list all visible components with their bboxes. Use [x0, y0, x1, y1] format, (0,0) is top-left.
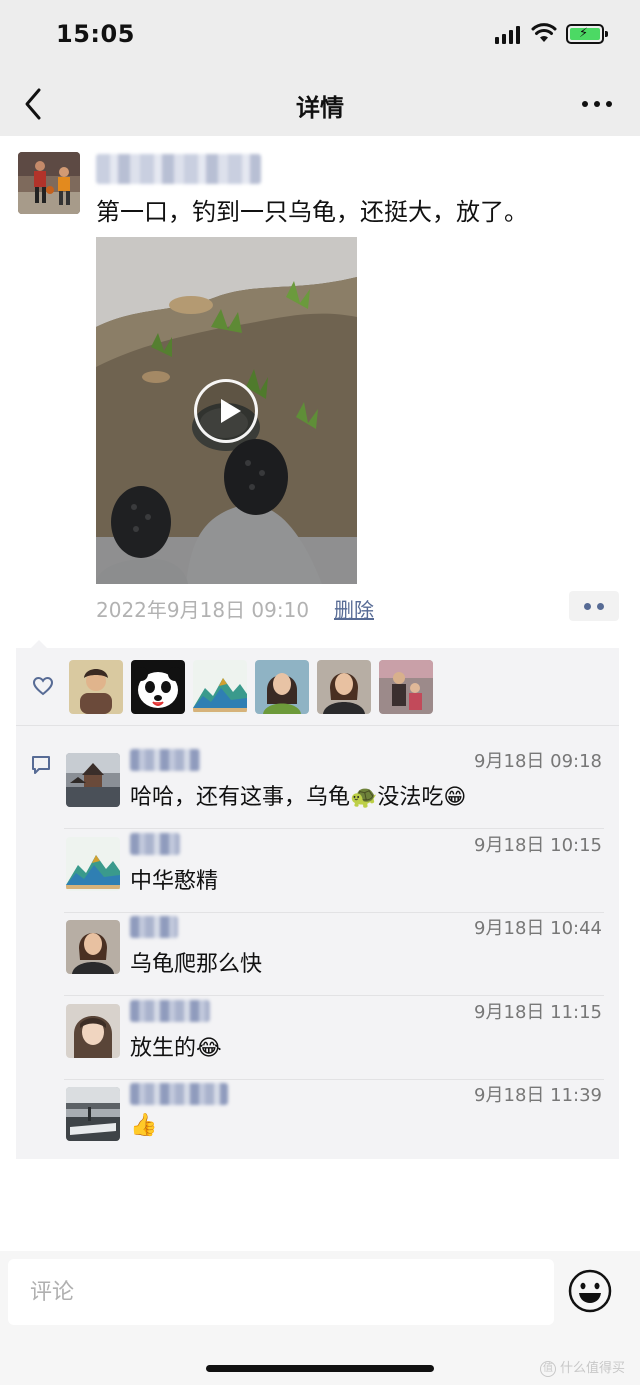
commenter-name-blurred[interactable]: [130, 1083, 228, 1105]
status-bar: 15:05 ⚡: [0, 0, 640, 72]
emoji-icon[interactable]: [567, 1268, 613, 1314]
battery-icon: ⚡: [566, 24, 608, 44]
play-icon[interactable]: [194, 379, 258, 443]
home-indicator: [206, 1365, 434, 1372]
comment-item[interactable]: 9月18日 10:44 乌龟爬那么快: [64, 912, 604, 996]
status-time: 15:05: [56, 20, 135, 48]
interaction-panel: 9月18日 09:18 哈哈，还有这事，乌龟🐢没法吃😁 9月18日 10:15 …: [16, 648, 619, 1159]
comment-input-bar: 值什么值得买: [0, 1251, 640, 1385]
comment-input[interactable]: [8, 1259, 554, 1325]
poster-avatar[interactable]: [18, 152, 80, 214]
commenter-avatar[interactable]: [66, 753, 120, 807]
comment-text: 中华憨精: [130, 869, 219, 894]
wifi-icon: [531, 23, 557, 42]
like-avatar[interactable]: [193, 660, 247, 714]
like-avatar[interactable]: [131, 660, 185, 714]
delete-link[interactable]: 删除: [334, 594, 374, 623]
post-text: 第一口，钓到一只乌龟，还挺大，放了。: [96, 198, 528, 226]
post-actions-button[interactable]: [569, 591, 619, 621]
watermark-logo: 值: [540, 1360, 556, 1377]
comment-time: 9月18日 09:18: [474, 751, 602, 772]
comment-item[interactable]: 9月18日 11:39 👍: [64, 1079, 604, 1163]
comment-time: 9月18日 10:15: [474, 835, 602, 856]
page-title: 详情: [296, 94, 344, 122]
commenter-avatar[interactable]: [66, 837, 120, 891]
like-avatar[interactable]: [69, 660, 123, 714]
post-timestamp: 2022年9月18日 09:10: [96, 598, 310, 622]
heart-icon: [32, 676, 54, 696]
comment-item[interactable]: 9月18日 11:15 放生的😂: [64, 996, 604, 1080]
comment-text: 放生的😂: [130, 1036, 222, 1061]
commenter-avatar[interactable]: [66, 1004, 120, 1058]
more-options-icon[interactable]: [582, 98, 612, 110]
comment-text: 哈哈，还有这事，乌龟🐢没法吃😁: [130, 785, 467, 810]
commenter-name-blurred[interactable]: [130, 749, 200, 771]
comment-icon: [32, 756, 50, 774]
video-thumbnail[interactable]: [96, 237, 357, 584]
comment-text: 乌龟爬那么快: [130, 952, 263, 977]
comment-item[interactable]: 9月18日 10:15 中华憨精: [64, 829, 604, 913]
comment-time: 9月18日 11:15: [474, 1002, 602, 1023]
like-avatar[interactable]: [317, 660, 371, 714]
like-avatar[interactable]: [255, 660, 309, 714]
comment-item[interactable]: 9月18日 09:18 哈哈，还有这事，乌龟🐢没法吃😁: [64, 745, 604, 829]
comment-text: 👍: [130, 1113, 158, 1138]
likes-row: [16, 648, 619, 726]
commenter-avatar[interactable]: [66, 1087, 120, 1141]
cellular-signal-icon: [495, 26, 521, 44]
watermark: 值什么值得买: [540, 1357, 625, 1377]
commenter-name-blurred[interactable]: [130, 1000, 210, 1022]
watermark-text: 什么值得买: [560, 1361, 626, 1376]
comment-time: 9月18日 10:44: [474, 918, 602, 939]
like-avatar[interactable]: [379, 660, 433, 714]
commenter-name-blurred[interactable]: [130, 916, 178, 938]
commenter-name-blurred[interactable]: [130, 833, 180, 855]
commenter-avatar[interactable]: [66, 920, 120, 974]
nav-bar: 详情: [0, 72, 640, 136]
poster-name-blurred[interactable]: [96, 154, 261, 184]
comment-time: 9月18日 11:39: [474, 1085, 602, 1106]
